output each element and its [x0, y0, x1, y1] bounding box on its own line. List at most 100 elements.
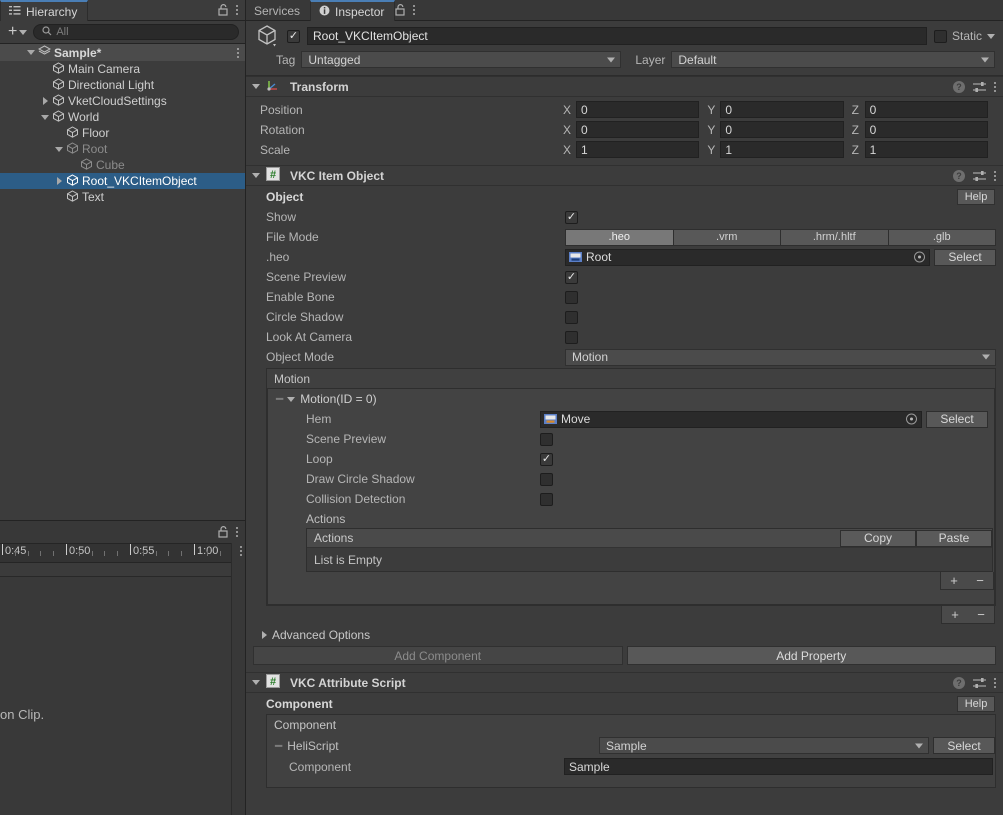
hierarchy-item-main-camera[interactable]: Main Camera: [0, 61, 245, 77]
file-mode-option-vrm[interactable]: .vrm: [673, 229, 781, 246]
tab-inspector[interactable]: Inspector: [310, 0, 395, 21]
drag-handle-icon[interactable]: ━: [276, 392, 282, 406]
heo-select-button[interactable]: Select: [934, 249, 996, 266]
object-picker-icon[interactable]: [914, 252, 925, 263]
help-button[interactable]: Help: [957, 189, 995, 205]
motion-collision-detection-checkbox[interactable]: [540, 493, 553, 506]
preset-icon[interactable]: [973, 677, 986, 689]
circle-shadow-checkbox[interactable]: [565, 311, 578, 324]
heliscript-dropdown[interactable]: Sample: [599, 737, 929, 754]
layer-dropdown[interactable]: Default: [671, 51, 995, 68]
timeline-ruler[interactable]: 0:450:500:551:00: [0, 543, 245, 563]
rotation-z-input[interactable]: 0: [865, 121, 988, 138]
hem-object-field[interactable]: Move: [540, 411, 922, 428]
motion-loop-checkbox[interactable]: ✓: [540, 453, 553, 466]
object-enabled-checkbox[interactable]: ✓: [287, 30, 300, 43]
scene-row[interactable]: Sample*: [0, 44, 245, 61]
object-name-input[interactable]: Root_VKCItemObject: [307, 27, 927, 45]
hierarchy-item-floor[interactable]: Floor: [0, 125, 245, 141]
component-field-input[interactable]: Sample: [564, 758, 993, 775]
collapse-toggle[interactable]: [38, 115, 52, 120]
animation-scrollbar[interactable]: [231, 543, 245, 815]
preset-icon[interactable]: [973, 81, 986, 93]
hierarchy-item-world[interactable]: World: [0, 109, 245, 125]
look-at-camera-checkbox[interactable]: [565, 331, 578, 344]
tag-dropdown[interactable]: Untagged: [301, 51, 621, 68]
collapse-toggle[interactable]: [52, 147, 66, 152]
enable-bone-checkbox[interactable]: [565, 291, 578, 304]
actions-add-button[interactable]: +: [950, 573, 958, 588]
scale-z-input[interactable]: 1: [865, 141, 988, 158]
advanced-options-row[interactable]: Advanced Options: [253, 624, 996, 646]
position-x-input[interactable]: 0: [576, 101, 699, 118]
hierarchy-item-cube[interactable]: Cube: [0, 157, 245, 173]
help-icon[interactable]: ?: [953, 81, 965, 93]
help-icon[interactable]: ?: [953, 170, 965, 182]
scene-kebab-menu-icon[interactable]: [237, 48, 239, 58]
create-object-button[interactable]: +: [6, 24, 29, 40]
chevron-down-icon[interactable]: [252, 680, 260, 685]
copy-button[interactable]: Copy: [840, 530, 916, 547]
vkc-item-object-header[interactable]: # VKC Item Object ?: [246, 165, 1003, 186]
tab-services[interactable]: Services: [246, 0, 310, 21]
lock-open-icon[interactable]: [395, 4, 406, 16]
hierarchy-item-text[interactable]: Text: [0, 189, 245, 205]
tab-hierarchy[interactable]: Hierarchy: [0, 0, 88, 21]
preset-icon[interactable]: [973, 170, 986, 182]
kebab-menu-icon[interactable]: [236, 527, 238, 537]
scene-preview-checkbox[interactable]: ✓: [565, 271, 578, 284]
position-z-input[interactable]: 0: [865, 101, 988, 118]
motion-scene-preview-checkbox[interactable]: [540, 433, 553, 446]
search-input[interactable]: All: [33, 24, 239, 40]
kebab-menu-icon[interactable]: [413, 5, 415, 15]
chevron-down-icon[interactable]: [987, 34, 995, 39]
motion-add-button[interactable]: +: [951, 607, 959, 622]
kebab-menu-icon[interactable]: [994, 678, 996, 688]
lock-open-icon[interactable]: [218, 526, 229, 538]
position-y-input[interactable]: 0: [720, 101, 843, 118]
drag-handle-icon[interactable]: ━: [275, 739, 281, 753]
transform-component-header[interactable]: Transform ?: [246, 76, 1003, 97]
timeline-kebab-menu-icon[interactable]: [240, 546, 242, 556]
scale-x-input[interactable]: 1: [576, 141, 699, 158]
actions-remove-button[interactable]: −: [976, 573, 984, 588]
object-mode-dropdown[interactable]: Motion: [565, 349, 996, 366]
chevron-down-icon[interactable]: [287, 397, 295, 402]
expand-toggle[interactable]: [38, 97, 52, 105]
paste-button[interactable]: Paste: [916, 530, 992, 547]
hierarchy-item-root-vkcitemobject[interactable]: Root_VKCItemObject: [0, 173, 245, 189]
static-toggle-group[interactable]: Static: [934, 29, 995, 43]
motion-remove-button[interactable]: −: [977, 607, 985, 622]
chevron-down-icon[interactable]: [252, 173, 260, 178]
chevron-right-icon[interactable]: [262, 631, 267, 639]
add-property-button[interactable]: Add Property: [627, 646, 997, 665]
file-mode-option-glb[interactable]: .glb: [888, 229, 997, 246]
rotation-x-input[interactable]: 0: [576, 121, 699, 138]
chevron-down-icon[interactable]: [252, 84, 260, 89]
hem-select-button[interactable]: Select: [926, 411, 988, 428]
scale-y-input[interactable]: 1: [720, 141, 843, 158]
add-component-button[interactable]: Add Component: [253, 646, 623, 665]
show-checkbox[interactable]: ✓: [565, 211, 578, 224]
motion-entry-header[interactable]: ━ Motion(ID = 0): [268, 389, 994, 409]
static-checkbox[interactable]: [934, 30, 947, 43]
kebab-menu-icon[interactable]: [994, 82, 996, 92]
kebab-menu-icon[interactable]: [236, 5, 238, 15]
scene-expand-toggle[interactable]: [24, 50, 38, 55]
hierarchy-item-root[interactable]: Root: [0, 141, 245, 157]
lock-open-icon[interactable]: [218, 4, 229, 16]
heliscript-select-button[interactable]: Select: [933, 737, 995, 754]
expand-toggle[interactable]: [52, 177, 66, 185]
rotation-y-input[interactable]: 0: [720, 121, 843, 138]
hierarchy-item-vketcloudsettings[interactable]: VketCloudSettings: [0, 93, 245, 109]
help-icon[interactable]: ?: [953, 677, 965, 689]
hierarchy-item-directional-light[interactable]: Directional Light: [0, 77, 245, 93]
vkc-attribute-script-header[interactable]: # VKC Attribute Script ?: [246, 672, 1003, 693]
file-mode-option-heo[interactable]: .heo: [565, 229, 673, 246]
kebab-menu-icon[interactable]: [994, 171, 996, 181]
motion-draw-circle-shadow-checkbox[interactable]: [540, 473, 553, 486]
animation-curve-area[interactable]: on Clip.: [0, 577, 245, 815]
heo-object-field[interactable]: Root: [565, 249, 930, 266]
object-picker-icon[interactable]: [906, 414, 917, 425]
file-mode-option-hrmhltf[interactable]: .hrm/.hltf: [780, 229, 888, 246]
